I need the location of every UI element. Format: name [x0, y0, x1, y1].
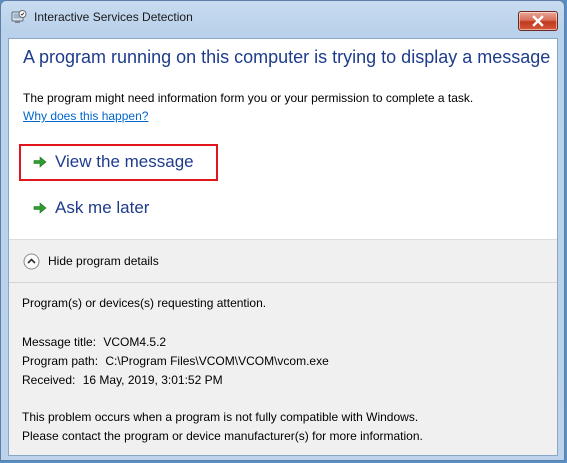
ask-me-later-button[interactable]: Ask me later: [23, 193, 149, 223]
compatibility-problem-text: This problem occurs when a program is no…: [22, 410, 419, 424]
program-path-value: C:\Program Files\VCOM\VCOM\vcom.exe: [105, 354, 329, 368]
program-path-row: Program path: C:\Program Files\VCOM\VCOM…: [22, 354, 329, 368]
chevron-up-circle-icon: [23, 253, 40, 269]
message-title-label: Message title:: [22, 335, 97, 349]
view-message-label: View the message: [55, 152, 194, 171]
received-value: 16 May, 2019, 3:01:52 PM: [82, 373, 223, 387]
received-label: Received:: [22, 373, 76, 387]
program-details-panel: Hide program details Program(s) or devic…: [9, 239, 557, 455]
ask-me-later-label: Ask me later: [55, 198, 150, 217]
message-title-row: Message title: VCOM4.5.2: [22, 335, 166, 349]
program-path-label: Program path:: [22, 354, 99, 368]
received-row: Received: 16 May, 2019, 3:01:52 PM: [22, 373, 223, 387]
green-arrow-icon: [33, 156, 47, 168]
contact-manufacturer-text: Please contact the program or device man…: [22, 429, 423, 443]
close-button[interactable]: [518, 11, 558, 31]
view-message-button[interactable]: View the message: [23, 147, 194, 177]
details-divider: [9, 282, 557, 283]
green-arrow-icon: [33, 202, 47, 214]
main-instruction: A program running on this computer is tr…: [23, 47, 551, 67]
message-title-value: VCOM4.5.2: [103, 335, 167, 349]
close-icon: [532, 15, 544, 27]
window-title: Interactive Services Detection: [34, 10, 193, 24]
why-does-this-happen-link[interactable]: Why does this happen?: [23, 109, 148, 123]
dialog-content: A program running on this computer is tr…: [8, 38, 558, 456]
requesting-attention-text: Program(s) or devices(s) requesting atte…: [22, 296, 267, 310]
hide-program-details-toggle[interactable]: Hide program details: [23, 250, 159, 272]
interactive-services-icon: [11, 9, 27, 25]
dialog-window: Interactive Services Detection A program…: [0, 0, 565, 461]
hide-program-details-label: Hide program details: [48, 254, 159, 268]
title-bar[interactable]: Interactive Services Detection: [1, 1, 564, 31]
description-text: The program might need information form …: [23, 91, 474, 105]
